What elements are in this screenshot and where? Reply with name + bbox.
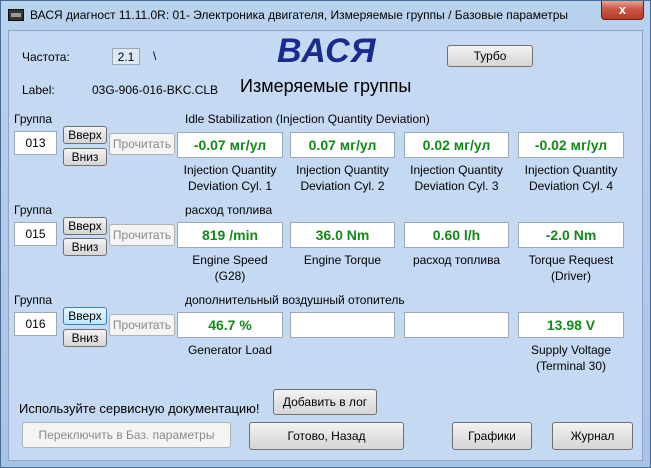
value-field [404,312,509,338]
field-label: Torque Request (Driver) [528,253,614,283]
read-button[interactable]: Прочитать [109,314,175,336]
field-label: Generator Load [187,343,273,357]
window-title: ВАСЯ диагност 11.11.0R: 01- Электроника … [30,8,569,22]
value-field [290,312,395,338]
group-title: Idle Stabilization (Injection Quantity D… [185,112,430,126]
main-panel: Частота: 2.1 \ ВАСЯ Турбо Label: 03G-906… [8,30,643,461]
field-label: Engine Torque [303,253,382,267]
value-field: 0.07 мг/ул [290,132,395,158]
app-window: ВАСЯ диагност 11.11.0R: 01- Электроника … [0,0,651,468]
value-field: -0.02 мг/ул [518,132,624,158]
group-title: расход топлива [185,203,273,217]
add-to-log-button[interactable]: Добавить в лог [273,389,377,415]
app-name: ВАСЯ [277,32,377,70]
frequency-separator: \ [153,49,157,63]
group-down-button[interactable]: Вниз [63,238,107,256]
field-label: Injection Quantity Deviation Cyl. 2 [296,163,389,193]
field-label: Injection Quantity Deviation Cyl. 1 [183,163,277,193]
group-caption: Группа [14,203,53,217]
turbo-button[interactable]: Турбо [447,45,533,67]
group-up-button[interactable]: Вверх [63,217,107,235]
group-up-button[interactable]: Вверх [63,126,107,144]
value-field: 819 /min [177,222,283,248]
group-number-input[interactable]: 013 [14,131,57,155]
journal-button[interactable]: Журнал [552,422,633,450]
group-down-button[interactable]: Вниз [63,148,107,166]
read-button[interactable]: Прочитать [109,224,175,246]
title-bar[interactable]: ВАСЯ диагност 11.11.0R: 01- Электроника … [1,1,650,29]
label-file: 03G-906-016-BKC.CLB [92,83,219,97]
field-label: Supply Voltage (Terminal 30) [530,343,612,373]
group-number-input[interactable]: 015 [14,222,57,246]
value-field: 36.0 Nm [290,222,395,248]
group-down-button[interactable]: Вниз [63,329,107,347]
group-caption: Группа [14,112,53,126]
app-icon [8,9,24,21]
graphs-button[interactable]: Графики [452,422,532,450]
close-icon: x [618,2,627,17]
field-label: расход топлива [412,253,501,267]
group-number-input[interactable]: 016 [14,312,57,336]
frequency-value: 2.1 [112,48,140,65]
value-field: -0.07 мг/ул [177,132,283,158]
group-title: дополнительный воздушный отопитель [185,293,405,307]
value-field: -2.0 Nm [518,222,624,248]
service-note: Используйте сервисную документацию! [19,401,260,416]
group-up-button[interactable]: Вверх [63,307,107,325]
done-back-button[interactable]: Готово, Назад [249,422,404,450]
read-button[interactable]: Прочитать [109,133,175,155]
value-field: 46.7 % [177,312,283,338]
switch-basic-params-button[interactable]: Переключить в Баз. параметры [22,422,231,448]
field-label: Injection Quantity Deviation Cyl. 4 [524,163,618,193]
value-field: 0.60 l/h [404,222,509,248]
field-label: Injection Quantity Deviation Cyl. 3 [410,163,503,193]
value-field: 13.98 V [518,312,624,338]
label-caption: Label: [22,83,55,97]
value-field: 0.02 мг/ул [404,132,509,158]
close-button[interactable]: x [601,1,644,20]
frequency-label: Частота: [22,50,70,64]
field-label: Engine Speed (G28) [192,253,268,283]
group-caption: Группа [14,293,53,307]
section-title: Измеряемые группы [240,76,412,96]
